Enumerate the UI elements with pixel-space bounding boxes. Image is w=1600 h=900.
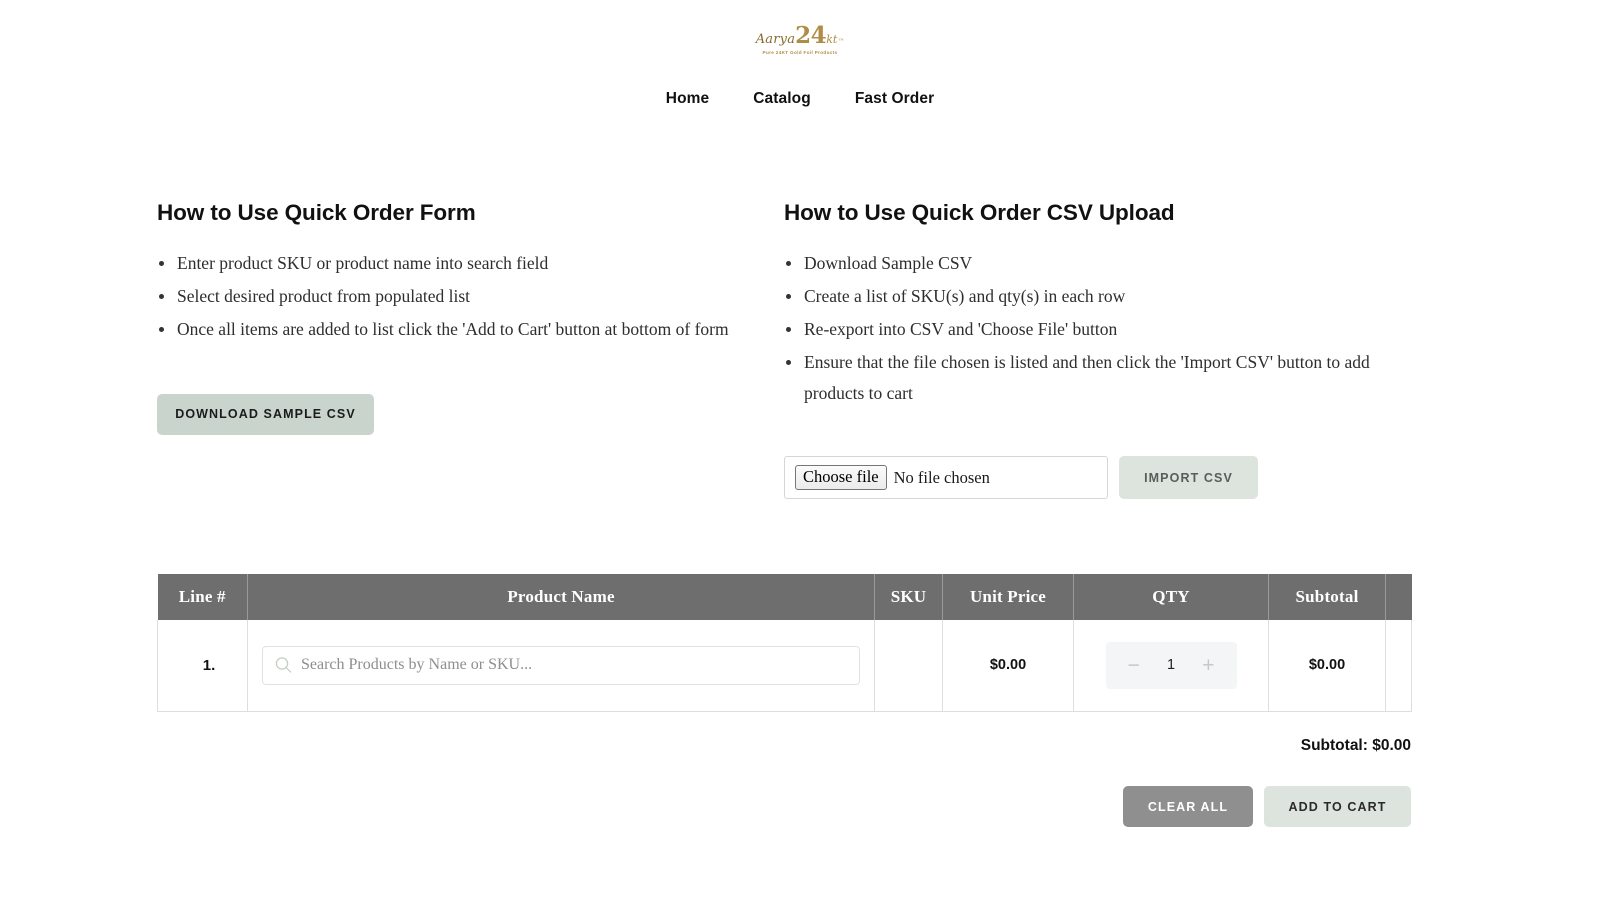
quick-order-form-panel: How to Use Quick Order Form Enter produc… <box>157 200 784 499</box>
order-table: Line # Product Name SKU Unit Price QTY S… <box>157 574 1412 712</box>
list-item: Ensure that the file chosen is listed an… <box>784 347 1403 411</box>
quick-order-form-heading: How to Use Quick Order Form <box>157 200 476 225</box>
cell-sku <box>874 620 943 712</box>
file-chosen-status: No file chosen <box>893 467 990 487</box>
order-actions: CLEAR ALL ADD TO CART <box>157 786 1411 827</box>
column-header-subtotal: Subtotal <box>1268 574 1386 620</box>
add-to-cart-button[interactable]: ADD TO CART <box>1264 786 1411 827</box>
instructions-section: How to Use Quick Order Form Enter produc… <box>157 200 1403 500</box>
main-navigation: Home Catalog Fast Order <box>666 90 934 108</box>
quick-order-form-steps: Enter product SKU or product name into s… <box>157 248 734 346</box>
cell-unit-price: $0.00 <box>942 620 1074 712</box>
column-header-sku: SKU <box>874 574 943 620</box>
unit-price-value: $0.00 <box>989 657 1027 674</box>
site-header: Aarya 24 kt ™ Pure 24KT Gold Foil Products … <box>0 0 1600 108</box>
csv-upload-heading: How to Use Quick Order CSV Upload <box>784 200 1175 225</box>
csv-upload-controls: Choose file No file chosen IMPORT CSV <box>784 456 1403 500</box>
cell-row-action[interactable] <box>1385 620 1412 712</box>
nav-link-home[interactable]: Home <box>666 90 709 108</box>
list-item: Download Sample CSV <box>784 248 1403 280</box>
nav-link-catalog[interactable]: Catalog <box>753 90 811 108</box>
column-header-qty: QTY <box>1073 574 1269 620</box>
list-item: Select desired product from populated li… <box>157 281 734 313</box>
list-item: Once all items are added to list click t… <box>157 314 734 346</box>
list-item: Create a list of SKU(s) and qty(s) in ea… <box>784 281 1403 313</box>
csv-upload-panel: How to Use Quick Order CSV Upload Downlo… <box>784 200 1403 500</box>
site-logo[interactable]: Aarya 24 kt ™ Pure 24KT Gold Foil Products <box>740 14 860 56</box>
choose-file-button[interactable]: Choose file <box>795 465 887 491</box>
product-search-placeholder: Search Products by Name or SKU... <box>301 656 533 674</box>
nav-link-fast-order[interactable]: Fast Order <box>855 90 934 108</box>
quick-order-page: Aarya 24 kt ™ Pure 24KT Gold Foil Products … <box>0 0 1600 900</box>
logo-script-text: Aarya <box>755 31 796 47</box>
list-item: Enter product SKU or product name into s… <box>157 248 734 280</box>
table-header-row: Line # Product Name SKU Unit Price QTY S… <box>157 574 1412 620</box>
csv-file-input[interactable]: Choose file No file chosen <box>784 456 1108 500</box>
column-header-actions <box>1385 574 1412 620</box>
download-sample-csv-button[interactable]: DOWNLOAD SAMPLE CSV <box>157 393 374 435</box>
cell-line-no: 1. <box>157 620 248 712</box>
column-header-line-no: Line # <box>157 574 248 620</box>
logo-wordmark: Aarya 24 kt ™ <box>756 24 845 47</box>
order-table-container: Line # Product Name SKU Unit Price QTY S… <box>157 574 1412 712</box>
quantity-stepper[interactable]: − 1 + <box>1105 641 1237 689</box>
cell-product-search: Search Products by Name or SKU... <box>247 620 875 712</box>
logo-trademark-icon: ™ <box>838 37 845 45</box>
row-subtotal-value: $0.00 <box>1308 657 1346 674</box>
cell-qty: − 1 + <box>1073 620 1269 712</box>
order-table-body: 1. Search Products by Name or SKU... $0.… <box>157 620 1412 712</box>
product-search-input[interactable]: Search Products by Name or SKU... <box>262 645 860 685</box>
cart-subtotal: Subtotal: $0.00 <box>1300 737 1411 754</box>
search-icon <box>275 657 292 674</box>
logo-big-text: 24 <box>795 21 827 49</box>
qty-increment-button[interactable]: + <box>1196 654 1220 677</box>
logo-kt-text: kt <box>826 32 838 46</box>
qty-value[interactable]: 1 <box>1167 657 1175 673</box>
qty-decrement-button[interactable]: − <box>1122 654 1146 677</box>
import-csv-button[interactable]: IMPORT CSV <box>1119 456 1258 500</box>
cell-subtotal: $0.00 <box>1268 620 1386 712</box>
logo-tagline: Pure 24KT Gold Foil Products <box>762 50 838 55</box>
clear-all-button[interactable]: CLEAR ALL <box>1123 786 1253 827</box>
order-table-head: Line # Product Name SKU Unit Price QTY S… <box>157 574 1412 620</box>
csv-upload-steps: Download Sample CSV Create a list of SKU… <box>784 248 1403 410</box>
column-header-unit-price: Unit Price <box>942 574 1074 620</box>
column-header-product-name: Product Name <box>247 574 875 620</box>
list-item: Re-export into CSV and 'Choose File' but… <box>784 314 1403 346</box>
table-row: 1. Search Products by Name or SKU... $0.… <box>157 620 1412 712</box>
